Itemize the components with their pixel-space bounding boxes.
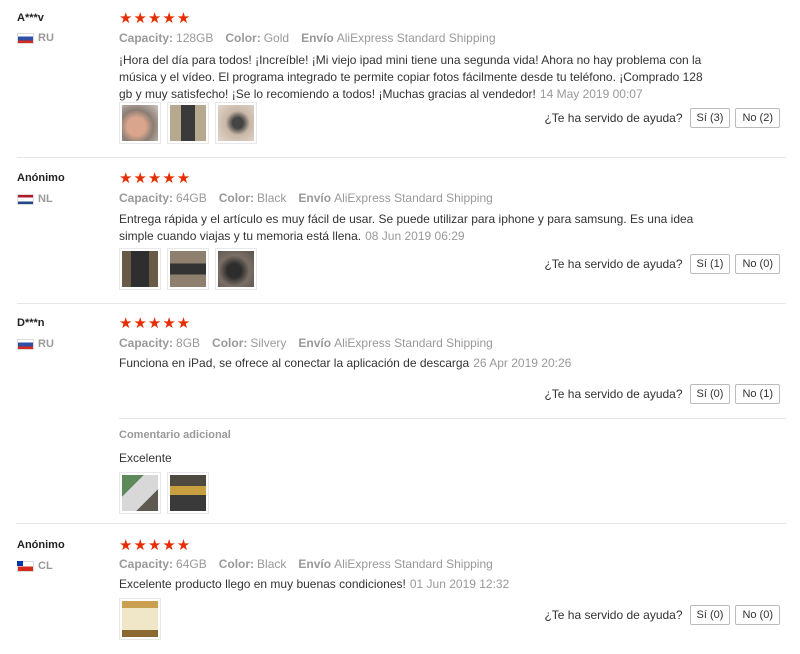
review-text: Entrega rápida y el artículo es muy fáci…: [119, 212, 694, 243]
review-photo[interactable]: [119, 102, 161, 144]
review-meta: Capacity: 64GB Color: Black Envío AliExpress …: [119, 191, 493, 205]
star-rating: ★★★★★: [119, 537, 192, 554]
country-code: RU: [38, 32, 54, 44]
reviewer-country: RU: [17, 338, 54, 350]
review-photos: [119, 102, 257, 144]
review-item: D***n RU ★★★★★ Capacity: 8GB Color: Silvery…: [0, 304, 800, 524]
helpful-no-button[interactable]: No (2): [735, 108, 780, 128]
review-item: A***v RU ★★★★★ Capacity: 128GB Color: Gold E…: [0, 0, 800, 160]
helpful-no-button[interactable]: No (1): [735, 384, 780, 404]
review-item: Anónimo NL ★★★★★ Capacity: 64GB Color: Blac…: [0, 158, 800, 303]
review-photos: [119, 598, 161, 640]
star-rating: ★★★★★: [119, 10, 192, 27]
helpful-yes-button[interactable]: Sí (0): [689, 605, 731, 625]
helpful-vote: ¿Te ha servido de ayuda? Sí (3) No (2): [544, 108, 780, 128]
review-text: Funciona en iPad, se ofrece al conectar …: [119, 356, 572, 370]
review-meta: Capacity: 128GB Color: Gold Envío AliExpress …: [119, 31, 496, 45]
reviewer-country: CL: [17, 560, 53, 572]
helpful-vote: ¿Te ha servido de ayuda? Sí (0) No (0): [544, 605, 780, 625]
helpful-question: ¿Te ha servido de ayuda?: [544, 387, 683, 401]
helpful-question: ¿Te ha servido de ayuda?: [544, 111, 683, 125]
review-meta: Capacity: 8GB Color: Silvery Envío AliExpress…: [119, 336, 493, 350]
helpful-yes-button[interactable]: Sí (1): [689, 254, 731, 274]
review-date: 01 Jun 2019 12:32: [409, 577, 510, 591]
review-photo[interactable]: [167, 472, 209, 514]
helpful-yes-button[interactable]: Sí (3): [689, 108, 731, 128]
review-photo[interactable]: [119, 248, 161, 290]
helpful-yes-button[interactable]: Sí (0): [689, 384, 731, 404]
reviewer-country: NL: [17, 193, 53, 205]
review-text: ¡Hora del día para todos! ¡Increíble! ¡M…: [119, 53, 703, 101]
review-photo[interactable]: [215, 102, 257, 144]
review-item: Anónimo CL ★★★★★ Capacity: 64GB Color: Blac…: [0, 524, 800, 654]
reviewer-name: Anónimo: [17, 172, 65, 184]
flag-ru-icon: [17, 32, 34, 44]
helpful-no-button[interactable]: No (0): [735, 254, 780, 274]
review-date: 14 May 2019 00:07: [539, 87, 643, 101]
helpful-question: ¿Te ha servido de ayuda?: [544, 257, 683, 271]
review-photo[interactable]: [119, 598, 161, 640]
reviewer-name: D***n: [17, 317, 45, 329]
reviewer-name: A***v: [17, 12, 44, 24]
additional-comment-text: Excelente: [119, 451, 172, 465]
star-rating: ★★★★★: [119, 170, 192, 187]
review-photos: [119, 472, 209, 514]
helpful-no-button[interactable]: No (0): [735, 605, 780, 625]
review-photo[interactable]: [167, 248, 209, 290]
helpful-question: ¿Te ha servido de ayuda?: [544, 608, 683, 622]
review-text: Excelente producto llego en muy buenas c…: [119, 577, 510, 591]
flag-ru-icon: [17, 338, 34, 350]
country-code: NL: [38, 193, 53, 205]
review-meta: Capacity: 64GB Color: Black Envío AliExpress …: [119, 557, 493, 571]
reviewer-country: RU: [17, 32, 54, 44]
review-photos: [119, 248, 257, 290]
helpful-vote: ¿Te ha servido de ayuda? Sí (1) No (0): [544, 254, 780, 274]
star-rating: ★★★★★: [119, 315, 192, 332]
review-photo[interactable]: [167, 102, 209, 144]
flag-cl-icon: [17, 560, 34, 572]
reviewer-name: Anónimo: [17, 539, 65, 551]
country-code: RU: [38, 338, 54, 350]
review-photo[interactable]: [119, 472, 161, 514]
helpful-vote: ¿Te ha servido de ayuda? Sí (0) No (1): [544, 384, 780, 404]
review-date: 08 Jun 2019 06:29: [365, 229, 465, 243]
review-date: 26 Apr 2019 20:26: [473, 356, 572, 370]
country-code: CL: [38, 560, 53, 572]
additional-comment-label: Comentario adicional: [119, 429, 231, 441]
review-photo[interactable]: [215, 248, 257, 290]
flag-nl-icon: [17, 193, 34, 205]
subdivider: [119, 418, 786, 419]
